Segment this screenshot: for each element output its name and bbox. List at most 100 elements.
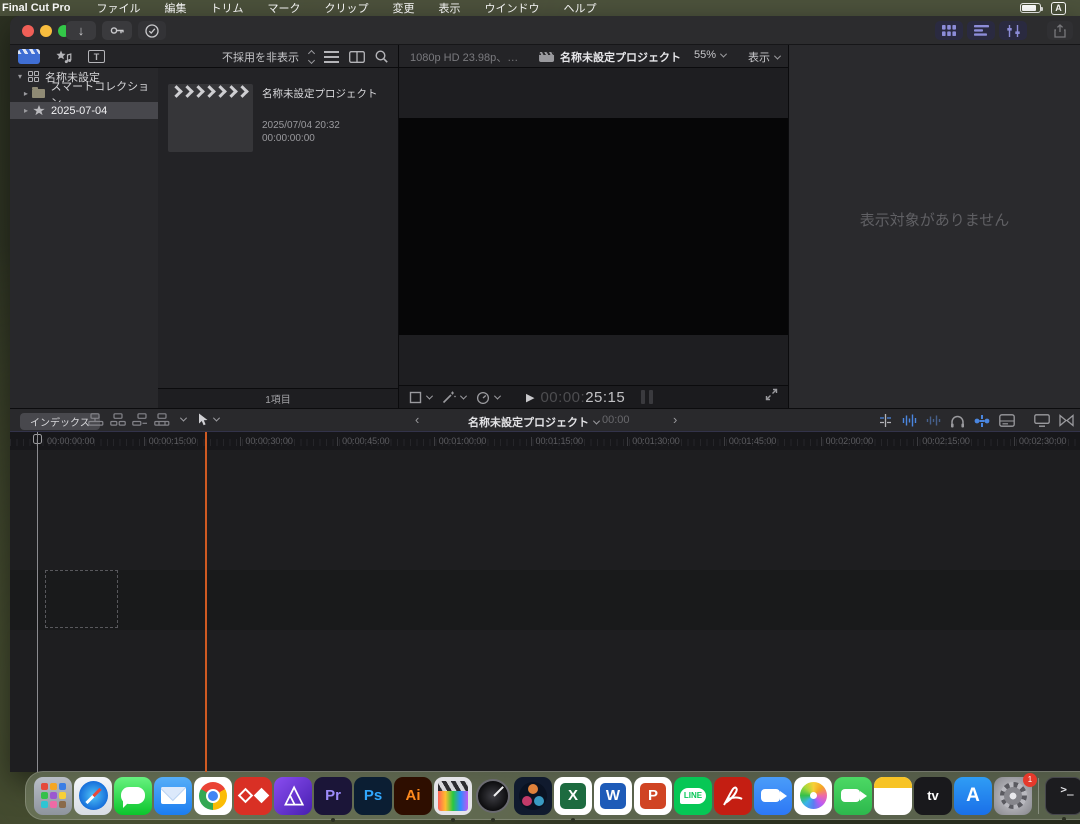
menu-item[interactable]: ファイル <box>96 3 140 15</box>
background-tasks-button[interactable] <box>138 21 166 40</box>
menu-item[interactable]: 表示 <box>438 3 460 15</box>
clip-filter-dropdown[interactable]: 不採用を非表示 <box>222 49 299 65</box>
dock-zoom-icon[interactable] <box>754 777 792 815</box>
filmstrip-view-icon[interactable] <box>349 51 365 63</box>
audio-meters[interactable] <box>641 390 653 404</box>
previous-project-button[interactable]: ‹ <box>415 412 419 427</box>
retime-dropdown[interactable] <box>476 391 500 404</box>
dock-terminal-icon[interactable]: >_ <box>1045 777 1080 815</box>
clip-title[interactable]: 名称未設定プロジェクト <box>262 88 382 100</box>
crop-tool-dropdown[interactable] <box>409 391 432 404</box>
keywords-button[interactable] <box>102 21 132 40</box>
fullscreen-button[interactable] <box>765 388 778 406</box>
menu-item[interactable]: 編集 <box>164 3 186 15</box>
chevron-down-icon[interactable] <box>180 415 187 422</box>
clip-duration: 00:00:00:00 <box>262 133 315 144</box>
dock-affinity-photo-icon[interactable] <box>274 777 312 815</box>
next-project-button[interactable]: › <box>673 412 677 427</box>
disclosure-triangle-icon[interactable]: ▸ <box>20 106 32 115</box>
viewer-zoom-dropdown[interactable]: 55% <box>694 49 726 61</box>
dock-disk-speed-test-icon[interactable] <box>474 777 512 815</box>
disclosure-triangle-icon[interactable]: ▸ <box>20 89 32 98</box>
input-source-icon[interactable]: A <box>1051 2 1066 15</box>
disclosure-triangle-icon[interactable]: ▾ <box>14 72 26 81</box>
show-projects-button[interactable] <box>18 49 40 64</box>
ruler-timecode-label: 00:00:30:00 <box>240 436 293 446</box>
show-inspector-button[interactable] <box>999 21 1027 40</box>
menu-item[interactable]: クリップ <box>324 3 368 15</box>
timeline-project-dropdown[interactable]: 名称未設定プロジェクト <box>468 414 599 430</box>
connect-clip-icon[interactable] <box>88 413 104 426</box>
sidebar-item-スマートコレクション[interactable]: ▸スマートコレクション <box>10 85 158 102</box>
viewer-view-dropdown[interactable]: 表示 <box>748 49 780 65</box>
storyline-drop-placeholder[interactable] <box>45 570 118 628</box>
menu-app-name[interactable]: Final Cut Pro <box>2 2 70 14</box>
timeline-ruler[interactable]: 00:00:00:0000:00:15:0000:00:30:0000:00:4… <box>10 432 1080 450</box>
solo-icon[interactable] <box>926 413 941 428</box>
timeline-area[interactable] <box>10 450 1080 772</box>
titles-generators-button[interactable]: T <box>88 50 105 63</box>
tool-select-dropdown[interactable] <box>198 413 219 426</box>
clip-appearance-icon[interactable] <box>999 414 1015 427</box>
minimize-button[interactable] <box>40 25 52 37</box>
dock-illustrator-icon[interactable]: Ai <box>394 777 432 815</box>
bowtie-icon[interactable] <box>1059 414 1074 427</box>
dock-word-icon[interactable]: W <box>594 777 632 815</box>
show-browser-button[interactable] <box>935 21 963 40</box>
audio-skimming-icon[interactable] <box>902 413 917 428</box>
import-button[interactable]: ↓ <box>66 21 96 40</box>
ruler-timecode-label: 00:02:00:00 <box>821 436 874 446</box>
dock-messages-icon[interactable] <box>114 777 152 815</box>
show-timeline-button[interactable] <box>967 21 995 40</box>
app-glyph: Pr <box>325 787 341 804</box>
dock-red-diamond-app-icon[interactable] <box>234 777 272 815</box>
photos-audio-sidebar-button[interactable] <box>56 49 72 65</box>
playhead-line[interactable] <box>37 432 38 772</box>
dock-davinci-resolve-icon[interactable] <box>514 777 552 815</box>
overwrite-clip-icon[interactable] <box>154 413 170 426</box>
project-format-label[interactable]: 1080p HD 23.98p、… <box>410 49 518 65</box>
dock-app-store-icon[interactable]: A <box>954 777 992 815</box>
headphones-icon[interactable] <box>950 414 965 428</box>
dock-excel-icon[interactable]: X <box>554 777 592 815</box>
dock-launchpad-icon[interactable] <box>34 777 72 815</box>
filter-updown-icon[interactable] <box>309 51 314 63</box>
close-button[interactable] <box>22 25 34 37</box>
play-button[interactable]: ▶ <box>526 391 534 404</box>
dock-chrome-icon[interactable] <box>194 777 232 815</box>
snapping-icon[interactable] <box>974 414 990 428</box>
dock-powerpoint-icon[interactable]: P <box>634 777 672 815</box>
dock-final-cut-pro-icon[interactable] <box>434 777 472 815</box>
viewer-project-name[interactable]: 名称未設定プロジェクト <box>560 49 681 65</box>
skimming-icon[interactable] <box>878 413 893 428</box>
menu-item[interactable]: ヘルプ <box>563 3 596 15</box>
menu-item[interactable]: トリム <box>210 3 243 15</box>
share-button[interactable] <box>1047 21 1073 40</box>
dock-acrobat-icon[interactable] <box>714 777 752 815</box>
running-indicator-dot <box>571 818 575 822</box>
dock-line-icon[interactable]: LINE <box>674 777 712 815</box>
effects-tool-dropdown[interactable] <box>442 391 466 404</box>
project-thumbnail[interactable] <box>168 84 253 152</box>
append-clip-icon[interactable] <box>132 413 148 426</box>
search-icon[interactable] <box>375 50 388 63</box>
insert-clip-icon[interactable] <box>110 413 126 426</box>
final-cut-pro-window: ↓ T 不採用を非表示 <box>10 16 1080 772</box>
menu-item[interactable]: 変更 <box>392 3 414 15</box>
dock-apple-tv-icon[interactable]: tv <box>914 777 952 815</box>
dock-photoshop-icon[interactable]: Ps <box>354 777 392 815</box>
dock-separator <box>1038 778 1039 814</box>
sidebar-item-2025-07-04[interactable]: ▸2025-07-04 <box>10 102 158 119</box>
dock-facetime-icon[interactable] <box>834 777 872 815</box>
dock-premiere-pro-icon[interactable]: Pr <box>314 777 352 815</box>
menu-item[interactable]: ウインドウ <box>484 3 539 15</box>
menu-item[interactable]: マーク <box>267 3 300 15</box>
video-canvas[interactable] <box>399 118 788 335</box>
list-view-icon[interactable] <box>324 51 339 63</box>
dock-safari-icon[interactable] <box>74 777 112 815</box>
dock-photos-icon[interactable] <box>794 777 832 815</box>
dock-notes-icon[interactable] <box>874 777 912 815</box>
monitor-icon[interactable] <box>1034 414 1050 427</box>
dock-mail-icon[interactable] <box>154 777 192 815</box>
dock-system-settings-icon[interactable]: 1 <box>994 777 1032 815</box>
